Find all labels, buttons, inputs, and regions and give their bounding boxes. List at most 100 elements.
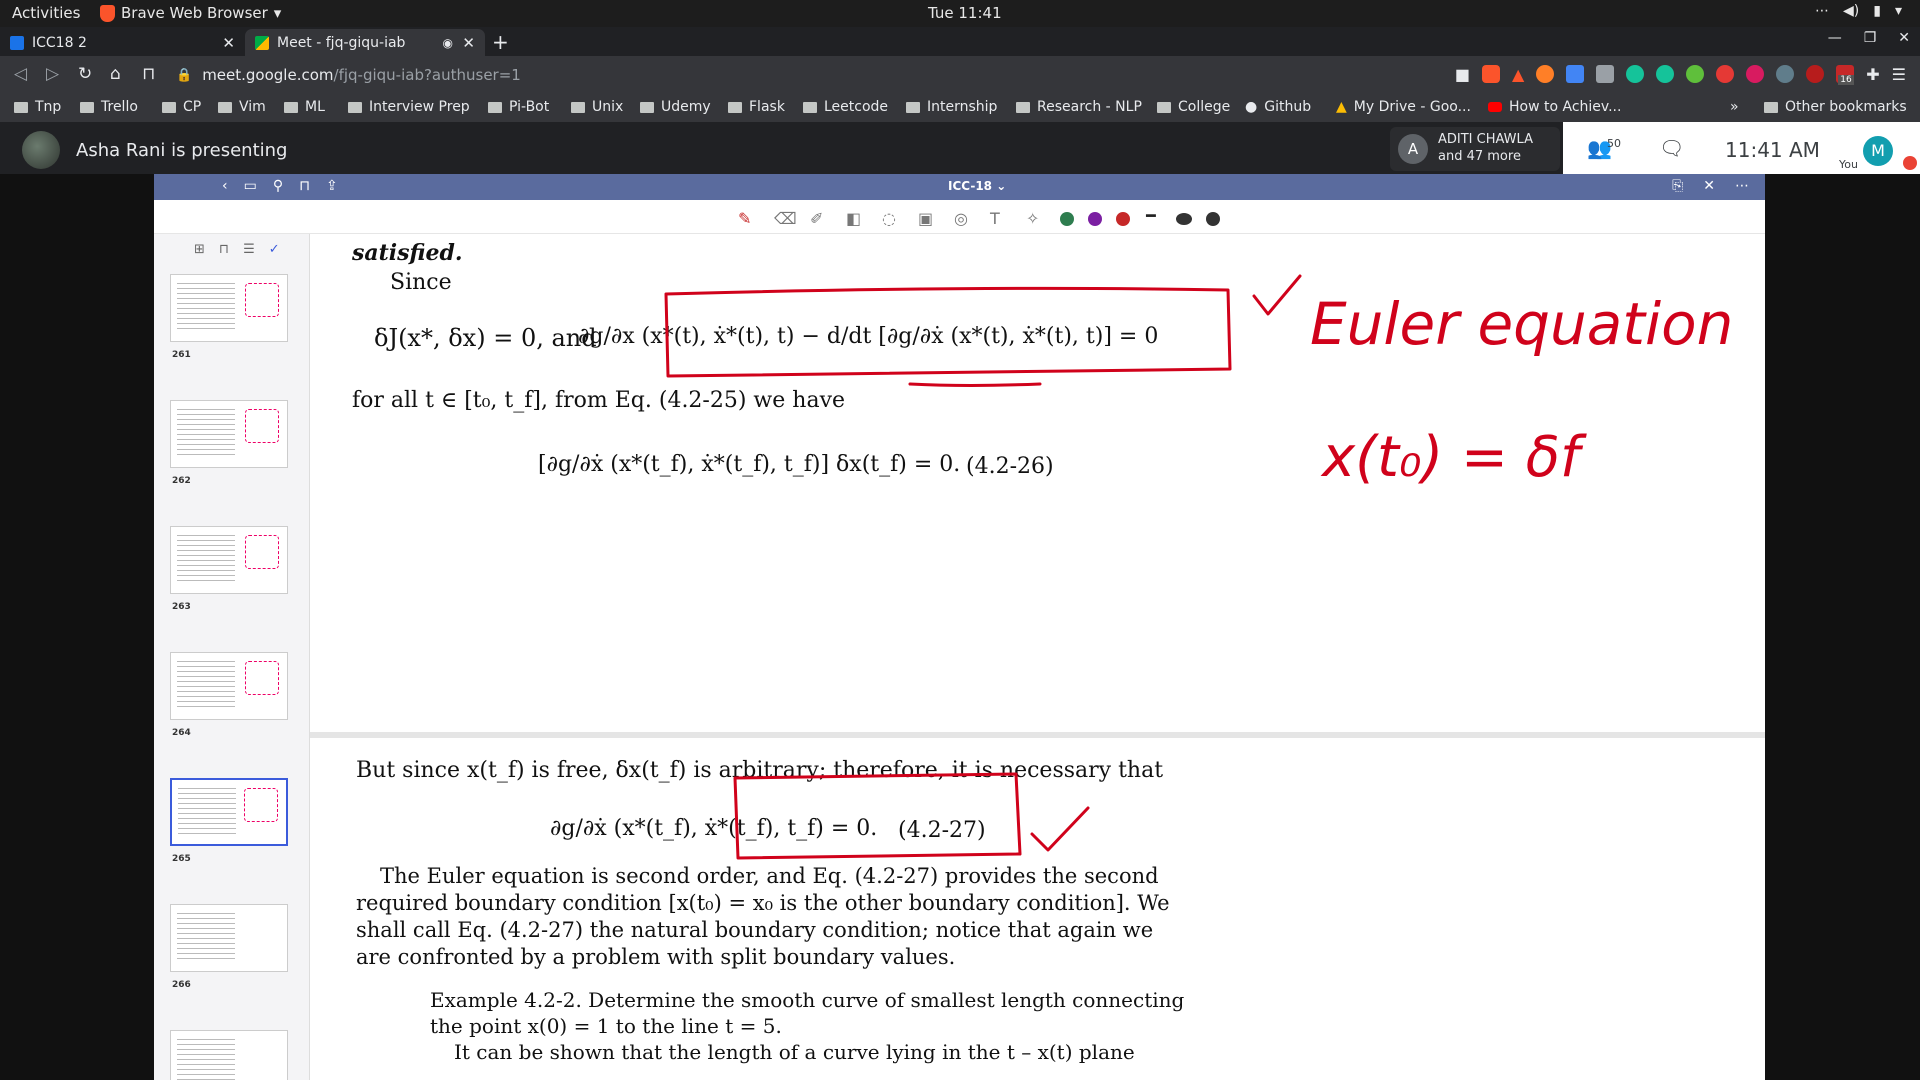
document-title[interactable]: ICC-18 ⌄ bbox=[948, 179, 1006, 193]
bookmark-how-to-achieve[interactable]: How to Achiev... bbox=[1488, 99, 1621, 115]
extension-icon[interactable] bbox=[1806, 65, 1825, 83]
thick-stroke-icon[interactable] bbox=[1206, 212, 1220, 226]
brave-rewards-icon[interactable]: ▲ bbox=[1512, 65, 1524, 87]
activities-button[interactable]: Activities bbox=[12, 4, 80, 22]
check-icon[interactable]: ✓ bbox=[269, 242, 280, 257]
translate-icon[interactable] bbox=[1566, 65, 1585, 83]
page-thumbnail[interactable] bbox=[170, 274, 288, 342]
close-icon[interactable]: ✕ bbox=[1703, 178, 1715, 194]
new-tab-button[interactable]: + bbox=[492, 30, 509, 54]
close-icon[interactable]: ✕ bbox=[462, 34, 475, 52]
shield-icon[interactable] bbox=[1746, 65, 1765, 83]
meet-time: 11:41 AM bbox=[1725, 138, 1820, 162]
address-bar[interactable]: 🔒 meet.google.com /fjq-giqu-iab?authuser… bbox=[176, 62, 1386, 88]
back-icon[interactable]: ‹ bbox=[222, 178, 228, 194]
page-thumbnail[interactable] bbox=[170, 652, 288, 720]
system-clock[interactable]: Tue 11:41 bbox=[928, 4, 1002, 22]
shapes-icon[interactable]: ◧ bbox=[846, 209, 861, 228]
reload-icon[interactable]: ↻ bbox=[78, 64, 92, 84]
grid-view-icon[interactable]: ⊞ bbox=[194, 242, 205, 257]
bookmark-icon[interactable]: ⊓ bbox=[142, 64, 155, 84]
export-icon[interactable]: ⎘ bbox=[1672, 178, 1683, 194]
menu-icon[interactable]: ☰ bbox=[1892, 65, 1906, 87]
outline-icon[interactable]: ☰ bbox=[243, 242, 255, 257]
color-swatch-red[interactable] bbox=[1116, 212, 1130, 226]
bookmark-flask[interactable]: Flask bbox=[728, 99, 785, 115]
extension-icon[interactable] bbox=[1596, 65, 1615, 83]
highlighter-icon[interactable]: ✐ bbox=[810, 209, 823, 228]
forward-icon[interactable]: ▷ bbox=[46, 64, 59, 84]
medium-stroke-icon[interactable] bbox=[1176, 213, 1192, 225]
extension-icon[interactable] bbox=[1536, 65, 1555, 83]
pen-icon[interactable]: ✎ bbox=[738, 209, 751, 228]
brave-shields-icon[interactable] bbox=[1481, 65, 1500, 83]
bookmark-college[interactable]: College bbox=[1157, 99, 1230, 115]
color-swatch-purple[interactable] bbox=[1088, 212, 1102, 226]
bookmark-interview-prep[interactable]: Interview Prep bbox=[348, 99, 470, 115]
eraser-icon[interactable]: ⌫ bbox=[774, 209, 797, 228]
close-icon[interactable]: ✕ bbox=[1898, 30, 1910, 46]
bookmark-ml[interactable]: ML bbox=[284, 99, 325, 115]
page-thumbnail-selected[interactable] bbox=[170, 778, 288, 846]
document-page[interactable]: satisfied. Since δJ(x*, δx) = 0, and ∂g/… bbox=[310, 234, 1765, 1080]
self-avatar[interactable]: M bbox=[1863, 136, 1893, 166]
search-icon[interactable]: ⚲ bbox=[273, 178, 283, 194]
bookmark-vim[interactable]: Vim bbox=[218, 99, 266, 115]
bookmark-pi-bot[interactable]: Pi-Bot bbox=[488, 99, 549, 115]
bookmark-other[interactable]: Other bookmarks bbox=[1764, 99, 1907, 115]
chat-icon[interactable]: 🗨 bbox=[1659, 136, 1684, 160]
bookmark-unix[interactable]: Unix bbox=[571, 99, 623, 115]
bookmark-cp[interactable]: CP bbox=[162, 99, 201, 115]
bookmark-research-nlp[interactable]: Research - NLP bbox=[1016, 99, 1142, 115]
puzzle-icon[interactable]: ✚ bbox=[1866, 65, 1879, 87]
folder-icon bbox=[571, 101, 585, 113]
participant-avatar: A bbox=[1398, 134, 1428, 164]
bookmark-udemy[interactable]: Udemy bbox=[640, 99, 711, 115]
euler-equation: ∂g/∂x (x*(t), ẋ*(t), t) − d/dt [∂g/∂ẋ (x… bbox=[578, 324, 1159, 349]
bookmarks-overflow[interactable]: » bbox=[1730, 99, 1739, 115]
extension-icon[interactable] bbox=[1776, 65, 1795, 83]
page-thumbnail[interactable] bbox=[170, 1030, 288, 1080]
restore-icon[interactable]: ❐ bbox=[1864, 30, 1877, 46]
more-icon[interactable]: ⋯ bbox=[1735, 178, 1749, 194]
sidebar-toggle-icon[interactable]: ▭ bbox=[244, 178, 257, 194]
network-icon: ⋯ bbox=[1815, 3, 1830, 19]
thin-stroke-icon[interactable]: ━ bbox=[1146, 206, 1156, 225]
minimize-icon[interactable]: — bbox=[1828, 30, 1842, 46]
alarm-icon[interactable] bbox=[1716, 65, 1735, 83]
page-thumbnail[interactable] bbox=[170, 526, 288, 594]
bookmark-icon[interactable]: ⊓ bbox=[219, 242, 229, 257]
text-icon[interactable]: T bbox=[990, 209, 1000, 228]
camera-icon[interactable]: ◎ bbox=[954, 209, 968, 228]
extension-badge: 16 bbox=[1838, 75, 1854, 85]
participants-preview[interactable]: A ADITI CHAWLA and 47 more bbox=[1390, 127, 1560, 171]
app-menu[interactable]: Brave Web Browser ▾ bbox=[100, 4, 281, 22]
grammarly-icon[interactable] bbox=[1656, 65, 1675, 83]
bookmark-internship[interactable]: Internship bbox=[906, 99, 997, 115]
close-icon[interactable]: ✕ bbox=[222, 34, 235, 52]
lasso-icon[interactable]: ◌ bbox=[882, 209, 896, 228]
bookmark-leetcode[interactable]: Leetcode bbox=[803, 99, 888, 115]
back-icon[interactable]: ◁ bbox=[14, 64, 27, 84]
url-path: /fjq-giqu-iab?authuser=1 bbox=[333, 66, 521, 84]
bookmark-github[interactable]: ● Github bbox=[1245, 99, 1311, 115]
camera-icon[interactable]: ■ bbox=[1455, 65, 1470, 87]
grammarly-icon[interactable] bbox=[1626, 65, 1645, 83]
extension-icon[interactable] bbox=[1686, 65, 1705, 83]
calendar-icon[interactable]: 16 bbox=[1836, 65, 1855, 87]
bookmark-tnp[interactable]: Tnp bbox=[14, 99, 61, 115]
share-icon[interactable]: ⇪ bbox=[326, 178, 338, 194]
page-thumbnail[interactable] bbox=[170, 904, 288, 972]
tab-icc18[interactable]: ICC18 2 ✕ bbox=[0, 29, 245, 56]
pointer-icon[interactable]: ✧ bbox=[1026, 209, 1039, 228]
folder-icon bbox=[1764, 101, 1778, 113]
home-icon[interactable]: ⌂ bbox=[110, 64, 121, 84]
bookmark-icon[interactable]: ⊓ bbox=[299, 178, 310, 194]
color-swatch-green[interactable] bbox=[1060, 212, 1074, 226]
page-thumbnail[interactable] bbox=[170, 400, 288, 468]
bookmark-my-drive[interactable]: ▲ My Drive - Goo... bbox=[1336, 99, 1471, 115]
image-icon[interactable]: ▣ bbox=[918, 209, 933, 228]
bookmark-trello[interactable]: Trello bbox=[80, 99, 138, 115]
system-tray[interactable]: ⋯ ◀) ▮ ▾ bbox=[1815, 3, 1902, 19]
tab-meet[interactable]: Meet - fjq-giqu-iab ◉ ✕ bbox=[245, 29, 485, 56]
